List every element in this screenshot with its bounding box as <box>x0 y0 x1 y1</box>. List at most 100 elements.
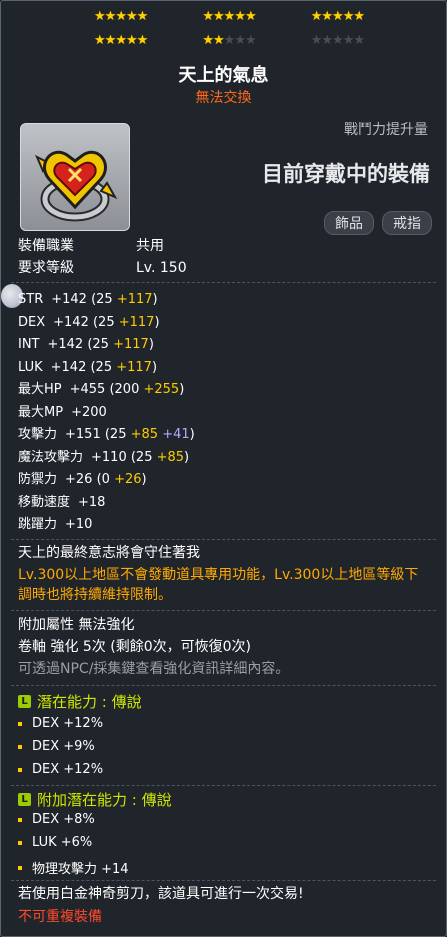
stat-bonus-flame: +255 <box>143 382 180 397</box>
stat-row: 最大MP +200 <box>18 402 195 425</box>
bullet-icon <box>18 721 22 726</box>
bonus-potential-line: DEX +8% <box>18 812 95 827</box>
stat-total: +142 <box>53 314 93 330</box>
stat-base: ) <box>189 427 195 442</box>
star-group: ★ ★ ★ ★ ★ <box>311 9 365 25</box>
potential-header: L 潛在能力 : 傳說 <box>18 691 142 712</box>
star-filled-icon: ★ <box>332 9 344 24</box>
star-filled-icon: ★ <box>94 9 106 24</box>
stat-total: +10 <box>65 517 93 532</box>
stat-total: +110 <box>91 449 131 465</box>
bullet-icon <box>18 840 22 845</box>
bonus-potential-value: 物理攻擊力 +14 <box>32 862 129 877</box>
star-filled-icon: ★ <box>125 33 138 48</box>
heart-pendant-ring-icon <box>35 151 118 222</box>
bullet-icon <box>18 767 22 772</box>
stat-base: (25 <box>91 292 117 307</box>
star-empty-icon: ★ <box>223 33 236 48</box>
star-filled-icon: ★ <box>213 33 225 48</box>
stat-base: (25 <box>87 337 114 352</box>
star-empty-icon: ★ <box>234 33 246 48</box>
requirement-job: 裝備職業 共用 <box>18 235 164 257</box>
star-group: ★ ★ ★ ★ ★ <box>310 33 365 49</box>
stat-name: 防禦力 <box>18 472 58 487</box>
stat-base: ) <box>184 449 190 465</box>
stat-bonus-flame: +117 <box>116 292 153 307</box>
star-filled-icon: ★ <box>321 9 333 24</box>
star-empty-icon: ★ <box>310 33 323 48</box>
divider <box>11 282 436 283</box>
bonus-potential-value: LUK +6% <box>32 835 93 850</box>
stat-bonus-flame: +117 <box>113 337 149 352</box>
stat-total: +142 <box>51 292 92 307</box>
star-force-row-2: ★ ★ ★ ★ ★ ★ ★ ★ ★ ★ ★ ★ ★ ★ ★ <box>94 33 365 49</box>
stat-name: 攻擊力 <box>18 427 58 442</box>
trade-status: 無法交換 <box>195 90 252 106</box>
stat-row: INT +142 (25 +117) <box>18 334 195 357</box>
bonus-potential-value: DEX +8% <box>32 812 95 827</box>
requirement-level: 要求等級 Lv. 150 <box>18 257 187 279</box>
stat-total: +200 <box>71 404 107 420</box>
stat-row: 跳躍力 +10 <box>18 514 195 537</box>
potential-line: DEX +12% <box>18 762 103 777</box>
tag-accessory: 飾品 <box>324 211 374 235</box>
divider <box>11 539 436 540</box>
requirement-label: 要求等級 <box>18 260 74 276</box>
stat-base: ) <box>154 314 160 330</box>
item-tooltip: ★ ★ ★ ★ ★ ★ ★ ★ ★ ★ ★ ★ ★ ★ ★ ★ ★ ★ ★ ★ ★ ★ ★ ★ ★ ★ ★ ★ ★ ★ 天上的氣息 無法… <box>0 0 447 937</box>
star-filled-icon: ★ <box>115 9 127 24</box>
stat-name: 最大MP <box>18 404 64 420</box>
stat-name: INT <box>18 337 40 352</box>
stat-bonus-flame: +26 <box>114 472 142 487</box>
combat-power-label: 戰鬥力提升量 <box>344 122 428 138</box>
star-filled-icon: ★ <box>202 33 214 48</box>
divider <box>11 785 436 786</box>
stat-total: +18 <box>78 494 106 510</box>
stat-row: DEX +142 (25 +117) <box>18 312 195 335</box>
bonus-potential-header: L 附加潛在能力 : 傳說 <box>18 789 172 810</box>
bonus-potential-line: LUK +6% <box>18 835 92 850</box>
star-empty-icon: ★ <box>342 33 355 48</box>
stat-base: ) <box>148 337 154 352</box>
star-group: ★ ★ ★ ★ ★ <box>94 9 149 25</box>
star-group: ★ ★ ★ ★ ★ <box>202 9 257 25</box>
currently-equipped-label: 目前穿戴中的裝備 <box>262 162 430 186</box>
stat-base: ) <box>151 359 158 375</box>
star-filled-icon: ★ <box>353 9 365 24</box>
stat-row: LUK +142 (25 +117) <box>18 357 195 380</box>
item-icon-frame <box>20 123 130 231</box>
legendary-badge-icon: L <box>18 695 31 708</box>
tag-ring: 戒指 <box>382 211 432 235</box>
stat-name: 移動速度 <box>18 494 71 510</box>
bullet-icon <box>18 865 22 870</box>
bonus-potential-line: 物理攻擊力 +14 <box>18 858 129 877</box>
item-flavor-text: 天上的最終意志將會守住著我 <box>18 545 200 561</box>
stat-total: +142 <box>50 359 91 375</box>
stat-total: +455 <box>69 382 110 397</box>
unique-equip-note: 不可重複裝備 <box>18 909 102 925</box>
star-filled-icon: ★ <box>136 9 149 24</box>
stat-total: +142 <box>47 337 88 352</box>
stat-base: ) <box>141 472 147 487</box>
stat-base: (25 <box>92 314 119 330</box>
stat-total: +26 <box>65 472 97 487</box>
stat-row: 攻擊力 +151 (25 +85 +41) <box>18 424 195 447</box>
stat-bonus-flame: +117 <box>118 314 155 330</box>
star-force-row-1: ★ ★ ★ ★ ★ ★ ★ ★ ★ ★ ★ ★ ★ ★ ★ <box>94 9 365 25</box>
star-filled-icon: ★ <box>244 9 257 24</box>
stat-name: 魔法攻擊力 <box>18 449 84 465</box>
stat-bonus-flame: +85 <box>156 449 185 465</box>
divider <box>11 685 436 686</box>
stat-name: DEX <box>18 314 46 330</box>
enhance-hint: 可透過NPC/採集鍵查看強化資訊詳細內容。 <box>18 661 290 677</box>
stat-row: 魔法攻擊力 +110 (25 +85) <box>18 447 195 470</box>
divider <box>11 610 436 611</box>
category-tags: 飾品 戒指 <box>324 211 432 235</box>
item-name: 天上的氣息 <box>178 65 269 86</box>
divider <box>11 880 436 881</box>
star-filled-icon: ★ <box>104 33 117 48</box>
star-empty-icon: ★ <box>321 33 333 48</box>
star-empty-icon: ★ <box>244 33 257 48</box>
potential-value: DEX +12% <box>32 716 104 731</box>
star-filled-icon: ★ <box>234 9 246 24</box>
